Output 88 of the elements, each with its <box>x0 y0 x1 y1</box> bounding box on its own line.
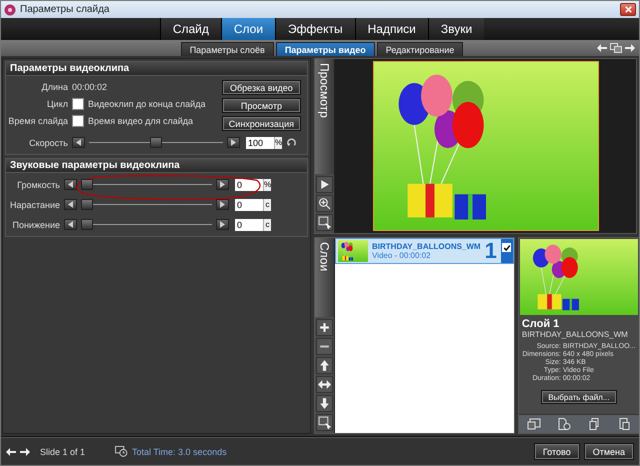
value-field[interactable]: 0 <box>235 218 263 230</box>
app-icon <box>4 4 16 16</box>
checkbox[interactable] <box>502 243 512 252</box>
decrease-button[interactable] <box>64 179 77 190</box>
slider-label: Скорость <box>28 138 68 148</box>
increase-button[interactable] <box>227 137 240 148</box>
tab[interactable]: Эффекты <box>275 18 355 40</box>
total-time: Total Time: 3.0 seconds <box>132 446 227 456</box>
unit-label: c <box>263 198 271 210</box>
windows-icon[interactable] <box>610 43 622 53</box>
unit-label: % <box>274 136 282 148</box>
clock-icon <box>115 446 128 457</box>
reset-icon[interactable] <box>286 137 297 148</box>
layer-name: BIRTHDAY_BALLOONS_WM <box>372 242 481 251</box>
left-triangle-icon <box>76 139 81 146</box>
option-label: Время слайда <box>7 116 68 126</box>
right-triangle-icon <box>220 201 225 208</box>
balloons-thumbnail-drawing <box>338 240 368 262</box>
previous-slide-icon[interactable] <box>6 448 16 456</box>
checkbox-label: Видеоклип до конца слайда <box>88 98 206 108</box>
increase-button[interactable] <box>216 179 229 190</box>
select-icon[interactable] <box>316 214 333 231</box>
sub-tab[interactable]: Параметры слоёв <box>180 42 274 56</box>
left-arrow-icon[interactable] <box>597 44 607 52</box>
layer-filename: BIRTHDAY_BALLOONS_WM <box>520 330 629 341</box>
slider-label: Нарастание <box>8 200 60 210</box>
sub-tab[interactable]: Параметры видео <box>276 42 375 56</box>
unit-label: % <box>263 178 271 190</box>
image-replace-icon[interactable] <box>526 418 541 430</box>
section-header: Параметры видеоклипа <box>6 62 307 76</box>
option-label: Цикл <box>46 98 68 108</box>
zoom-icon[interactable] <box>316 195 333 212</box>
right-triangle-icon <box>220 221 225 228</box>
layer-subtitle: Video - 00:00:02 <box>372 251 432 260</box>
slide-counter: Slide 1 of 1 <box>40 446 86 456</box>
right-arrow-icon[interactable] <box>625 44 635 52</box>
tab[interactable]: Звуки <box>428 18 484 40</box>
increase-button[interactable] <box>216 199 229 210</box>
sub-tab[interactable]: Редактирование <box>376 42 464 56</box>
left-triangle-icon <box>68 181 73 188</box>
minus-icon[interactable] <box>316 338 333 355</box>
paste-icon[interactable] <box>616 418 631 430</box>
play-icon[interactable] <box>316 176 333 193</box>
checkbox[interactable] <box>72 98 84 110</box>
slider-label: Понижение <box>11 220 60 230</box>
length-label: Длина <box>40 82 68 92</box>
increase-button[interactable] <box>216 219 229 230</box>
decrease-button[interactable] <box>72 137 85 148</box>
file-info-icon[interactable] <box>556 418 571 430</box>
section-header: Звуковые параметры видеоклипа <box>6 159 307 173</box>
tab[interactable]: Надписи <box>354 18 428 40</box>
close-button[interactable] <box>620 3 636 16</box>
value-field[interactable]: 100 <box>246 136 274 148</box>
tab[interactable]: Слайд <box>160 18 221 40</box>
left-triangle-icon <box>68 221 73 228</box>
video-button[interactable]: Обрезка видео <box>222 80 301 95</box>
next-slide-icon[interactable] <box>20 448 30 456</box>
dialog-button[interactable]: Отмена <box>584 443 634 460</box>
copy-icon[interactable] <box>586 418 601 430</box>
right-triangle-icon <box>231 139 236 146</box>
layer-title: Слой 1 <box>520 317 560 330</box>
slider-label: Громкость <box>16 180 60 190</box>
value-field[interactable]: 0 <box>235 198 263 210</box>
decrease-button[interactable] <box>64 199 77 210</box>
slider-thumb[interactable] <box>81 179 93 190</box>
layer-number: 1 <box>484 240 497 262</box>
vertical-tab[interactable]: Слои <box>315 238 334 317</box>
decrease-button[interactable] <box>64 219 77 230</box>
slider-thumb[interactable] <box>81 199 93 210</box>
plus-icon[interactable] <box>316 319 333 336</box>
slider-thumb[interactable] <box>150 137 162 148</box>
video-button[interactable]: Просмотр <box>222 98 301 113</box>
slider-thumb[interactable] <box>81 219 93 230</box>
unit-label: c <box>263 218 271 230</box>
choose-file-button[interactable]: Выбрать файл... <box>541 390 616 404</box>
dialog-button[interactable]: Готово <box>534 443 580 460</box>
close-icon <box>624 5 632 14</box>
value-field[interactable]: 0 <box>235 178 263 190</box>
vertical-tab[interactable]: Просмотр <box>315 59 334 174</box>
select-icon[interactable] <box>316 414 333 431</box>
left-triangle-icon <box>68 201 73 208</box>
window-title: Параметры слайда <box>20 4 110 15</box>
checkbox-label: Время видео для слайда <box>88 116 194 126</box>
tab[interactable]: Слои <box>220 18 276 40</box>
video-button[interactable]: Синхронизация <box>222 116 301 131</box>
checkbox[interactable] <box>72 114 84 126</box>
right-triangle-icon <box>220 181 225 188</box>
length-value: 00:00:02 <box>72 82 108 92</box>
